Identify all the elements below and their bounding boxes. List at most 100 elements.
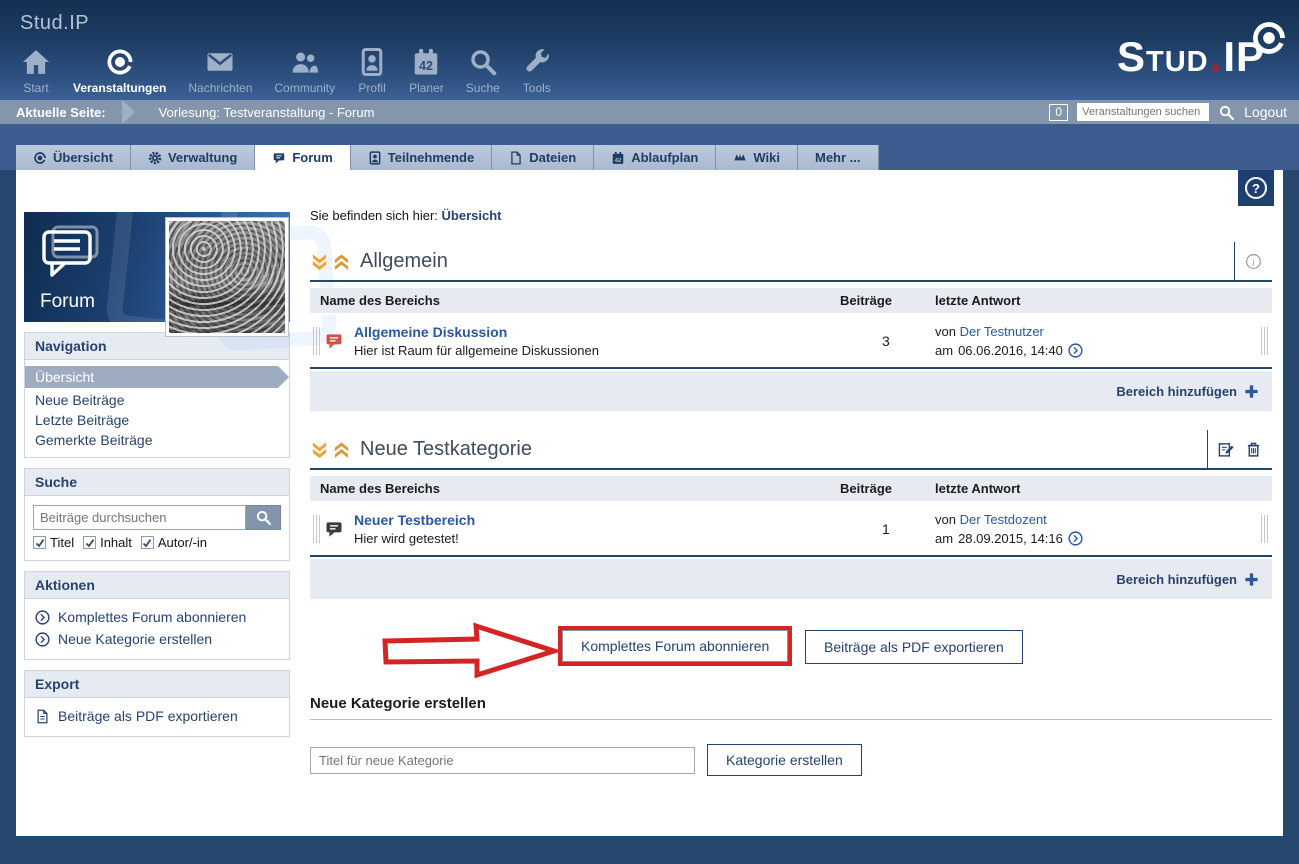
- tab-teilnehmende[interactable]: Teilnehmende: [350, 145, 493, 170]
- tab-mehr[interactable]: Mehr ...: [797, 145, 879, 170]
- course-search-input[interactable]: [1077, 103, 1210, 121]
- category-header-allgemein: Allgemein i: [310, 242, 1272, 282]
- sidebar-item-letzte-beitraege[interactable]: Letzte Beiträge: [25, 410, 289, 430]
- export-pdf-button[interactable]: Beiträge als PDF exportieren: [805, 630, 1023, 664]
- nav-item-suche[interactable]: Suche: [455, 47, 511, 95]
- mail-icon: [207, 53, 233, 71]
- export-box: Export Beiträge als PDF exportieren: [24, 670, 290, 737]
- double-chevron-down-icon[interactable]: [310, 440, 329, 459]
- drag-handle-icon[interactable]: [1261, 515, 1269, 543]
- author-link[interactable]: Der Testnutzer: [960, 324, 1044, 339]
- content-area: ? Forum Navigation Übersicht Neue Beiträ…: [16, 170, 1283, 836]
- forum-area-row: Neuer Testbereich Hier wird getestet! 1 …: [310, 503, 1272, 557]
- main-navigation: Start Veranstaltungen Nachrichten Commun…: [10, 47, 563, 95]
- tab-label: Übersicht: [53, 150, 113, 165]
- here-link-uebersicht[interactable]: Übersicht: [442, 208, 502, 223]
- category-collapse-controls: [310, 440, 351, 459]
- logout-link[interactable]: Logout: [1244, 104, 1287, 120]
- check-icon: [143, 538, 152, 547]
- tab-uebersicht[interactable]: Übersicht: [16, 145, 131, 170]
- sidebar-banner-title: Forum: [40, 291, 95, 312]
- breadcrumb-here: Sie befinden sich hier: Übersicht: [310, 208, 1272, 223]
- search-row: [33, 505, 281, 530]
- drag-handle-icon[interactable]: [313, 327, 321, 355]
- double-chevron-up-icon[interactable]: [332, 440, 351, 459]
- nav-label: Profil: [358, 81, 386, 95]
- info-icon[interactable]: i: [1245, 253, 1262, 270]
- drag-handle-icon[interactable]: [313, 515, 321, 543]
- studip-forum-page: Stud.IP Start Veranstaltungen Nachrichte…: [0, 0, 1299, 864]
- category-collapse-controls: [310, 252, 351, 271]
- add-area-footer[interactable]: Bereich hinzufügen: [310, 559, 1272, 599]
- nav-item-community[interactable]: Community: [263, 47, 346, 95]
- nav-item-tools[interactable]: Tools: [511, 47, 563, 95]
- action-export-pdf[interactable]: Beiträge als PDF exportieren: [25, 705, 289, 727]
- goto-post-icon[interactable]: [1068, 343, 1083, 358]
- area-link[interactable]: Neuer Testbereich: [354, 512, 475, 528]
- nav-label: Start: [23, 81, 49, 95]
- studip-logo: Stud.IP: [1117, 22, 1285, 80]
- top-header: Stud.IP Start Veranstaltungen Nachrichte…: [0, 0, 1299, 100]
- tab-label: Mehr ...: [814, 150, 861, 165]
- action-new-category[interactable]: Neue Kategorie erstellen: [25, 628, 289, 650]
- nav-item-veranstaltungen[interactable]: Veranstaltungen: [62, 47, 177, 95]
- navigation-list: Übersicht Neue Beiträge Letzte Beiträge …: [25, 360, 289, 457]
- last-answer-cell: von Der Testnutzer am 06.06.2016, 14:40: [935, 322, 1258, 361]
- checkbox-autor[interactable]: [140, 536, 154, 549]
- plus-icon: [1245, 572, 1258, 586]
- breadcrumb-label: Aktuelle Seite:: [16, 104, 106, 120]
- tab-dateien[interactable]: Dateien: [492, 145, 595, 170]
- tab-verwaltung[interactable]: Verwaltung: [130, 145, 256, 170]
- notification-counter[interactable]: 0: [1049, 103, 1069, 121]
- trash-icon[interactable]: [1245, 441, 1262, 458]
- app-name: Stud.IP: [20, 12, 90, 34]
- posts-count: 3: [882, 333, 890, 349]
- tab-ablaufplan[interactable]: 42 Ablaufplan: [594, 145, 717, 170]
- action-subscribe-forum[interactable]: Komplettes Forum abonnieren: [25, 606, 289, 628]
- last-answer-date: 28.09.2015, 14:16: [958, 531, 1063, 546]
- edit-icon[interactable]: [1218, 441, 1235, 458]
- logo-spiral-icon: [1253, 22, 1285, 54]
- area-cell: Neuer Testbereich Hier wird getestet!: [324, 512, 840, 546]
- drag-handle-icon[interactable]: [1261, 327, 1269, 355]
- logo-part1: Stud: [1117, 33, 1209, 80]
- new-category-title-input[interactable]: [310, 746, 695, 774]
- sidebar-item-gemerkte-beitraege[interactable]: Gemerkte Beiträge: [25, 430, 289, 450]
- category-title: Neue Testkategorie: [360, 437, 532, 460]
- create-category-button[interactable]: Kategorie erstellen: [707, 744, 862, 776]
- new-category-form: Kategorie erstellen: [310, 744, 1272, 776]
- file-icon: [511, 151, 521, 164]
- forum-bubble-icon: [274, 152, 285, 163]
- actions-box: Aktionen Komplettes Forum abonnieren Neu…: [24, 571, 290, 660]
- nav-item-nachrichten[interactable]: Nachrichten: [177, 47, 263, 95]
- main-column: Sie befinden sich hier: Übersicht Allgem…: [310, 170, 1272, 776]
- forum-search-input[interactable]: [33, 505, 246, 530]
- add-area-footer[interactable]: Bereich hinzufügen: [310, 371, 1272, 411]
- area-link[interactable]: Allgemeine Diskussion: [354, 324, 599, 340]
- sidebar-item-neue-beitraege[interactable]: Neue Beiträge: [25, 390, 289, 410]
- nav-item-start[interactable]: Start: [10, 47, 62, 95]
- checkbox-titel[interactable]: [33, 536, 46, 549]
- double-chevron-up-icon[interactable]: [332, 252, 351, 271]
- add-area-label: Bereich hinzufügen: [1116, 383, 1237, 399]
- nav-item-planer[interactable]: 42 Planer: [398, 47, 455, 95]
- area-cell: Allgemeine Diskussion Hier ist Raum für …: [324, 324, 840, 358]
- checkbox-inhalt[interactable]: [83, 536, 97, 549]
- search-filter-row: Titel Inhalt Autor/-in: [33, 535, 281, 550]
- double-chevron-down-icon[interactable]: [310, 252, 329, 271]
- community-people-icon: [292, 52, 318, 73]
- sidebar-item-uebersicht[interactable]: Übersicht: [25, 366, 289, 388]
- subscribe-forum-button[interactable]: Komplettes Forum abonnieren: [562, 630, 789, 662]
- forum-search-button[interactable]: [246, 505, 281, 530]
- goto-post-icon[interactable]: [1068, 531, 1083, 546]
- author-link[interactable]: Der Testdozent: [960, 512, 1047, 527]
- area-description: Hier wird getestet!: [354, 531, 459, 546]
- tab-forum[interactable]: Forum: [255, 145, 351, 170]
- search-submit-icon[interactable]: [1218, 104, 1235, 121]
- tab-strip-band: Übersicht Verwaltung Forum Teilnehmende …: [0, 124, 1299, 170]
- action-label: Neue Kategorie erstellen: [58, 631, 213, 647]
- schedule-calendar-icon: 42: [612, 151, 624, 164]
- tab-wiki[interactable]: Wiki: [716, 145, 798, 170]
- nav-item-profil[interactable]: Profil: [346, 47, 398, 95]
- forum-buttons-row: Komplettes Forum abonnieren Beiträge als…: [310, 622, 1272, 679]
